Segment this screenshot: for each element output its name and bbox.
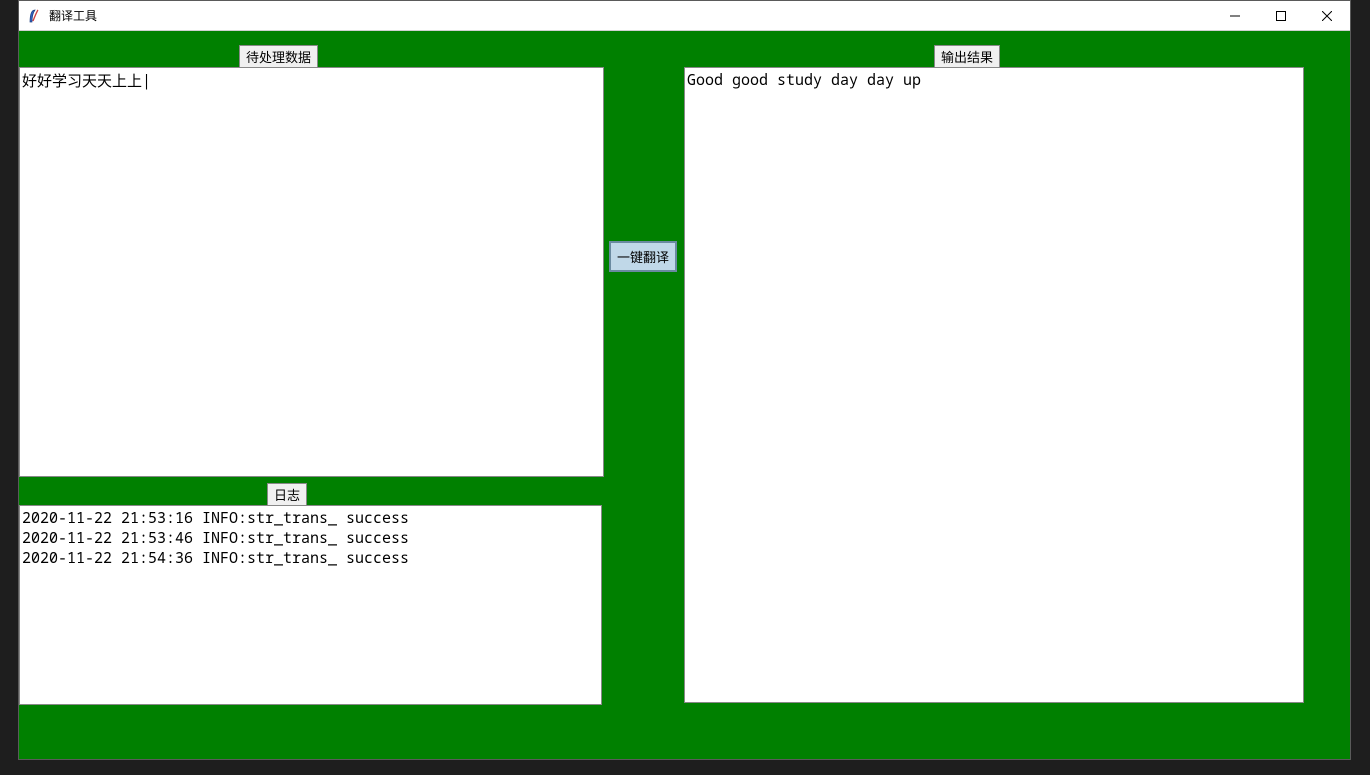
titlebar[interactable]: 翻译工具 — [19, 1, 1350, 31]
output-textarea[interactable] — [684, 67, 1304, 703]
close-button[interactable] — [1304, 1, 1350, 31]
minimize-button[interactable] — [1212, 1, 1258, 31]
client-area: 待处理数据 日志 2020-11-22 21:53:16 INFO:str_tr… — [19, 31, 1350, 759]
input-section-label: 待处理数据 — [239, 45, 318, 68]
output-section-label: 输出结果 — [934, 45, 1000, 68]
app-icon — [27, 8, 43, 24]
log-textarea[interactable]: 2020-11-22 21:53:16 INFO:str_trans_ succ… — [19, 505, 602, 705]
log-section-label: 日志 — [267, 483, 307, 506]
app-window: 翻译工具 待处理数据 日志 2020-11-22 21:53:16 INFO:s… — [18, 0, 1351, 760]
input-textarea[interactable] — [19, 67, 604, 477]
maximize-button[interactable] — [1258, 1, 1304, 31]
window-title: 翻译工具 — [49, 7, 97, 24]
translate-button[interactable]: 一键翻译 — [609, 241, 677, 272]
